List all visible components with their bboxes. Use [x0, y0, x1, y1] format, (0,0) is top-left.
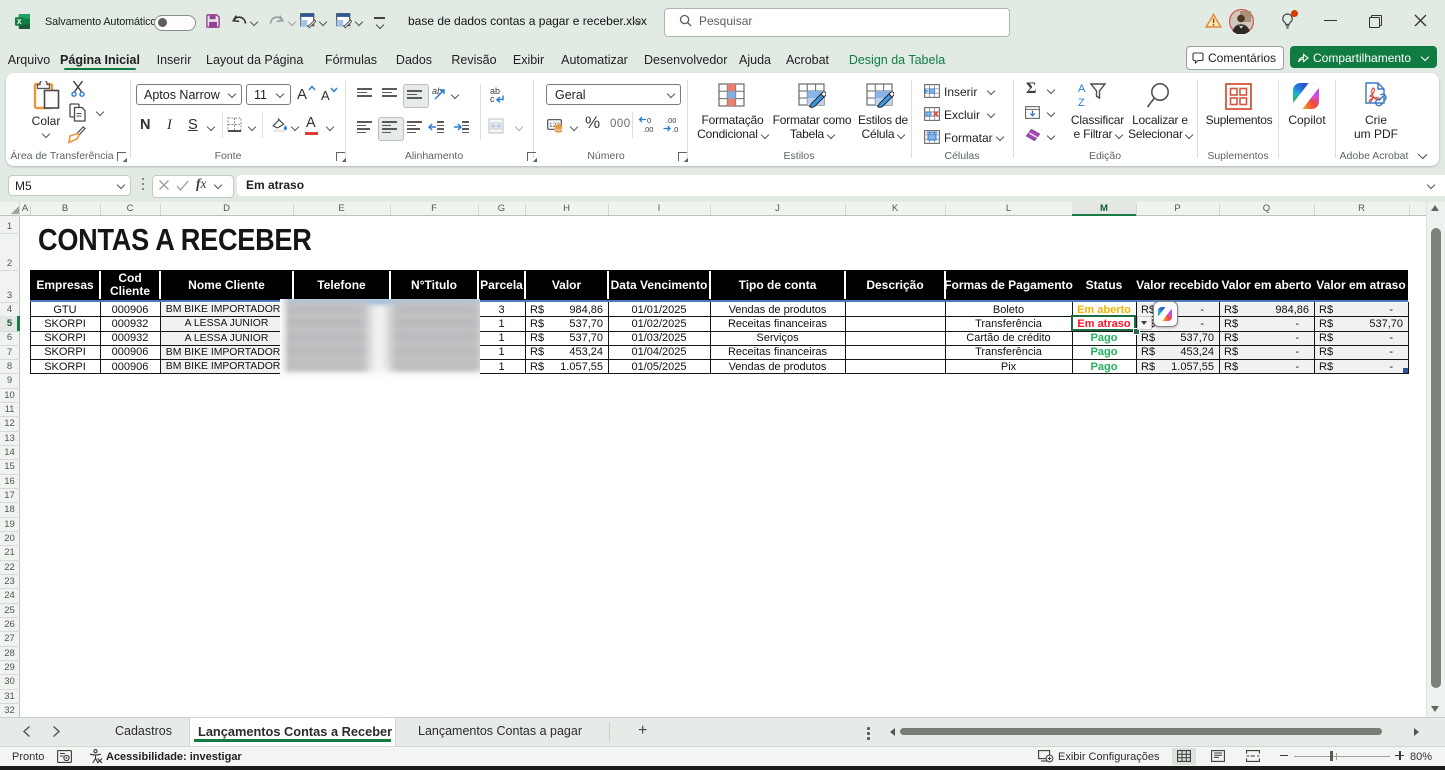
- svg-text:0: 0: [647, 116, 651, 125]
- svg-text:X: X: [17, 19, 22, 26]
- svg-text:A: A: [1078, 83, 1086, 95]
- svg-text:.00: .00: [643, 125, 653, 133]
- svg-text:Z: Z: [1078, 97, 1085, 109]
- svg-text:.00: .00: [666, 116, 676, 125]
- svg-text:.0: .0: [672, 125, 678, 133]
- svg-text:c: c: [490, 94, 495, 104]
